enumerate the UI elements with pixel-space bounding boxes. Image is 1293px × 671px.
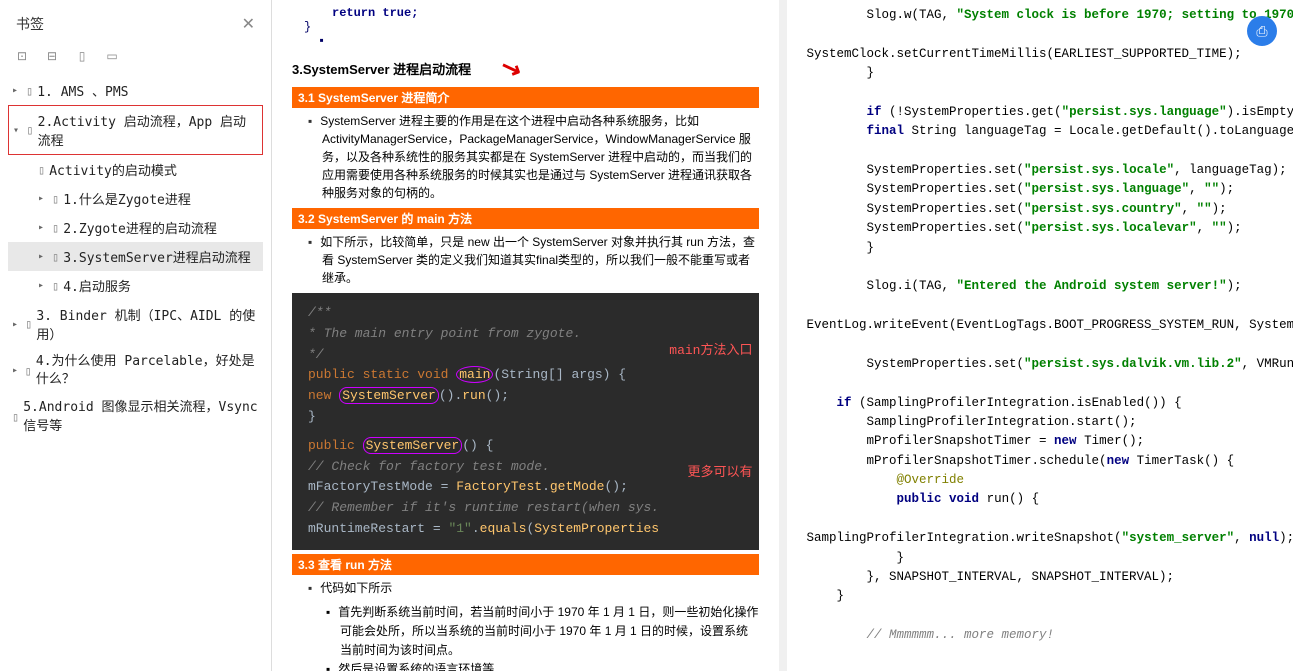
tree-item-zygote-what[interactable]: ▸▯1.什么是Zygote进程 [8, 184, 263, 213]
arrow-red-icon: ↘ [497, 51, 526, 85]
code-block-dark: main方法入口 更多可以有 /** * The main entry poin… [292, 293, 759, 550]
content-area: return true; } ▪ 3.SystemServer 进程启动流程 ↘… [272, 0, 1293, 671]
close-icon[interactable]: ✕ [242, 14, 255, 34]
code-return: return true; } ▪ [332, 6, 759, 48]
annotation-more: 更多可以有 [687, 463, 752, 484]
tree-item-zygote-start[interactable]: ▸▯2.Zygote进程的启动流程 [8, 213, 263, 242]
tree-item-activity[interactable]: ▾▯2.Activity 启动流程，App 启动流程 [8, 105, 263, 155]
tree-item-systemserver[interactable]: ▸▯3.SystemServer进程启动流程 [8, 242, 263, 271]
bookmark-toolbar: ⊡ ⊟ ▯ ▭ [8, 44, 263, 76]
expand-icon[interactable]: ⊡ [14, 48, 30, 64]
page-right: ⎙ Slog.w(TAG, "System clock is before 19… [787, 0, 1293, 671]
tree-item-parcelable[interactable]: ▸▯4.为什么使用 Parcelable，好处是什么？ [8, 348, 263, 394]
tree-item-vsync[interactable]: ▯5.Android 图像显示相关流程，Vsync 信号等 [8, 394, 263, 440]
para-intro: SystemServer 进程主要的作用是在这个进程中启动各种系统服务，比如Ac… [322, 112, 759, 202]
bookmark-tree: ▸▯1. AMS 、PMS ▾▯2.Activity 启动流程，App 启动流程… [8, 76, 263, 441]
sidebar-title: 书签 [16, 14, 44, 34]
annotation-main: main方法入口 [669, 341, 752, 362]
para-main: 如下所示，比较简单，只是 new 出一个 SystemServer 对象并执行其… [322, 233, 759, 287]
code-right: Slog.w(TAG, "System clock is before 1970… [807, 6, 1274, 645]
bookmark-outline-icon[interactable]: ▭ [104, 48, 120, 64]
bookmark-icon[interactable]: ▯ [74, 48, 90, 64]
section-3-3: 3.3 查看 run 方法 [292, 554, 759, 575]
b3: 然后是设置系统的语言环境等 [340, 660, 759, 671]
collapse-icon[interactable]: ⊟ [44, 48, 60, 64]
section-3-1: 3.1 SystemServer 进程简介 [292, 87, 759, 108]
tree-item-ams[interactable]: ▸▯1. AMS 、PMS [8, 76, 263, 105]
bookmarks-sidebar: 书签 ✕ ⊡ ⊟ ▯ ▭ ▸▯1. AMS 、PMS ▾▯2.Activity … [0, 0, 272, 671]
page-left: return true; } ▪ 3.SystemServer 进程启动流程 ↘… [272, 0, 787, 671]
tree-item-launch-mode[interactable]: ▯Activity的启动模式 [8, 155, 263, 184]
section-3-2: 3.2 SystemServer 的 main 方法 [292, 208, 759, 229]
heading-systemserver: 3.SystemServer 进程启动流程 ↘ [292, 54, 759, 83]
tree-item-binder[interactable]: ▸▯3. Binder 机制（IPC、AIDL 的使用） [8, 300, 263, 348]
b1: 代码如下所示 [322, 579, 759, 597]
b2: 首先判断系统当前时间，若当前时间小于 1970 年 1 月 1 日，则一些初始化… [340, 603, 759, 661]
tree-item-start-service[interactable]: ▸▯4.启动服务 [8, 271, 263, 300]
fab-icon[interactable]: ⎙ [1247, 16, 1277, 46]
